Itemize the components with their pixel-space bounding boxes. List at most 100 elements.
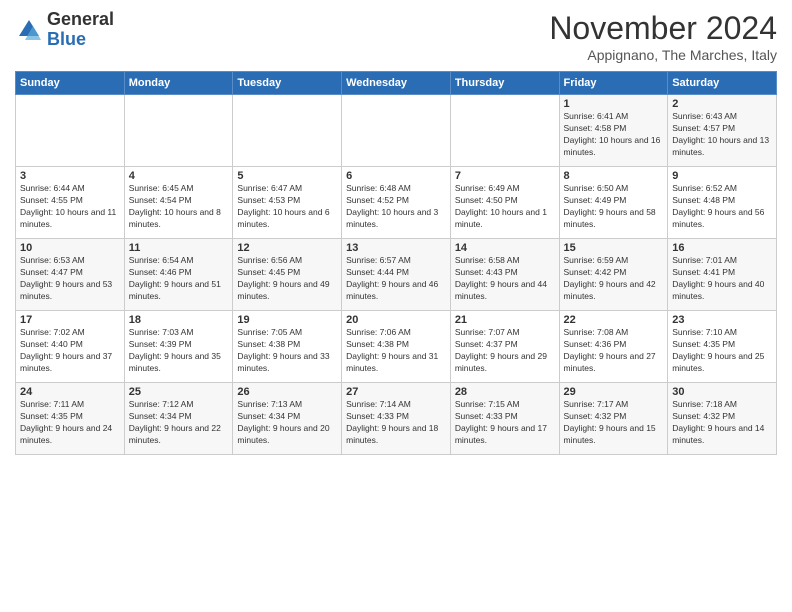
day-cell: 13Sunrise: 6:57 AMSunset: 4:44 PMDayligh… (342, 239, 451, 311)
day-info: Sunrise: 7:10 AMSunset: 4:35 PMDaylight:… (672, 327, 772, 375)
day-info: Sunrise: 6:57 AMSunset: 4:44 PMDaylight:… (346, 255, 446, 303)
day-cell (233, 95, 342, 167)
week-row-2: 3Sunrise: 6:44 AMSunset: 4:55 PMDaylight… (16, 167, 777, 239)
day-info: Sunrise: 6:56 AMSunset: 4:45 PMDaylight:… (237, 255, 337, 303)
day-info: Sunrise: 7:01 AMSunset: 4:41 PMDaylight:… (672, 255, 772, 303)
day-number: 4 (129, 170, 229, 182)
day-number: 28 (455, 386, 555, 398)
day-info: Sunrise: 7:06 AMSunset: 4:38 PMDaylight:… (346, 327, 446, 375)
day-info: Sunrise: 7:02 AMSunset: 4:40 PMDaylight:… (20, 327, 120, 375)
day-number: 15 (564, 242, 664, 254)
day-cell (124, 95, 233, 167)
day-number: 27 (346, 386, 446, 398)
day-cell: 29Sunrise: 7:17 AMSunset: 4:32 PMDayligh… (559, 383, 668, 455)
day-info: Sunrise: 7:08 AMSunset: 4:36 PMDaylight:… (564, 327, 664, 375)
header: General Blue November 2024 Appignano, Th… (15, 10, 777, 63)
day-cell: 18Sunrise: 7:03 AMSunset: 4:39 PMDayligh… (124, 311, 233, 383)
day-cell (342, 95, 451, 167)
title-block: November 2024 Appignano, The Marches, It… (549, 10, 777, 63)
week-row-4: 17Sunrise: 7:02 AMSunset: 4:40 PMDayligh… (16, 311, 777, 383)
day-cell: 26Sunrise: 7:13 AMSunset: 4:34 PMDayligh… (233, 383, 342, 455)
day-info: Sunrise: 7:12 AMSunset: 4:34 PMDaylight:… (129, 399, 229, 447)
day-cell: 6Sunrise: 6:48 AMSunset: 4:52 PMDaylight… (342, 167, 451, 239)
day-number: 8 (564, 170, 664, 182)
day-cell: 15Sunrise: 6:59 AMSunset: 4:42 PMDayligh… (559, 239, 668, 311)
day-info: Sunrise: 7:07 AMSunset: 4:37 PMDaylight:… (455, 327, 555, 375)
col-tuesday: Tuesday (233, 72, 342, 95)
day-cell: 24Sunrise: 7:11 AMSunset: 4:35 PMDayligh… (16, 383, 125, 455)
day-cell: 20Sunrise: 7:06 AMSunset: 4:38 PMDayligh… (342, 311, 451, 383)
location: Appignano, The Marches, Italy (549, 47, 777, 63)
day-number: 29 (564, 386, 664, 398)
day-info: Sunrise: 6:47 AMSunset: 4:53 PMDaylight:… (237, 183, 337, 231)
day-number: 16 (672, 242, 772, 254)
day-cell: 17Sunrise: 7:02 AMSunset: 4:40 PMDayligh… (16, 311, 125, 383)
day-number: 1 (564, 98, 664, 110)
day-cell: 28Sunrise: 7:15 AMSunset: 4:33 PMDayligh… (450, 383, 559, 455)
day-cell: 9Sunrise: 6:52 AMSunset: 4:48 PMDaylight… (668, 167, 777, 239)
day-info: Sunrise: 6:52 AMSunset: 4:48 PMDaylight:… (672, 183, 772, 231)
day-cell: 11Sunrise: 6:54 AMSunset: 4:46 PMDayligh… (124, 239, 233, 311)
col-wednesday: Wednesday (342, 72, 451, 95)
day-cell: 22Sunrise: 7:08 AMSunset: 4:36 PMDayligh… (559, 311, 668, 383)
day-info: Sunrise: 6:45 AMSunset: 4:54 PMDaylight:… (129, 183, 229, 231)
day-number: 17 (20, 314, 120, 326)
day-number: 19 (237, 314, 337, 326)
day-info: Sunrise: 7:18 AMSunset: 4:32 PMDaylight:… (672, 399, 772, 447)
day-cell: 5Sunrise: 6:47 AMSunset: 4:53 PMDaylight… (233, 167, 342, 239)
day-cell: 27Sunrise: 7:14 AMSunset: 4:33 PMDayligh… (342, 383, 451, 455)
day-cell: 21Sunrise: 7:07 AMSunset: 4:37 PMDayligh… (450, 311, 559, 383)
day-info: Sunrise: 6:59 AMSunset: 4:42 PMDaylight:… (564, 255, 664, 303)
day-info: Sunrise: 7:13 AMSunset: 4:34 PMDaylight:… (237, 399, 337, 447)
day-cell: 7Sunrise: 6:49 AMSunset: 4:50 PMDaylight… (450, 167, 559, 239)
day-number: 5 (237, 170, 337, 182)
day-number: 13 (346, 242, 446, 254)
day-number: 3 (20, 170, 120, 182)
day-cell: 2Sunrise: 6:43 AMSunset: 4:57 PMDaylight… (668, 95, 777, 167)
day-info: Sunrise: 6:58 AMSunset: 4:43 PMDaylight:… (455, 255, 555, 303)
month-title: November 2024 (549, 10, 777, 47)
col-sunday: Sunday (16, 72, 125, 95)
page: General Blue November 2024 Appignano, Th… (0, 0, 792, 612)
day-number: 24 (20, 386, 120, 398)
day-info: Sunrise: 7:05 AMSunset: 4:38 PMDaylight:… (237, 327, 337, 375)
day-info: Sunrise: 7:15 AMSunset: 4:33 PMDaylight:… (455, 399, 555, 447)
day-cell: 4Sunrise: 6:45 AMSunset: 4:54 PMDaylight… (124, 167, 233, 239)
day-cell (450, 95, 559, 167)
day-number: 2 (672, 98, 772, 110)
day-cell: 25Sunrise: 7:12 AMSunset: 4:34 PMDayligh… (124, 383, 233, 455)
col-friday: Friday (559, 72, 668, 95)
day-number: 18 (129, 314, 229, 326)
logo-general: General (47, 9, 114, 29)
day-number: 12 (237, 242, 337, 254)
day-number: 20 (346, 314, 446, 326)
day-number: 23 (672, 314, 772, 326)
day-number: 26 (237, 386, 337, 398)
day-number: 21 (455, 314, 555, 326)
day-cell: 12Sunrise: 6:56 AMSunset: 4:45 PMDayligh… (233, 239, 342, 311)
day-number: 11 (129, 242, 229, 254)
day-info: Sunrise: 7:17 AMSunset: 4:32 PMDaylight:… (564, 399, 664, 447)
day-number: 22 (564, 314, 664, 326)
day-info: Sunrise: 6:50 AMSunset: 4:49 PMDaylight:… (564, 183, 664, 231)
day-cell (16, 95, 125, 167)
day-number: 7 (455, 170, 555, 182)
calendar-body: 1Sunrise: 6:41 AMSunset: 4:58 PMDaylight… (16, 95, 777, 455)
day-number: 14 (455, 242, 555, 254)
day-number: 10 (20, 242, 120, 254)
calendar-table: Sunday Monday Tuesday Wednesday Thursday… (15, 71, 777, 455)
day-cell: 10Sunrise: 6:53 AMSunset: 4:47 PMDayligh… (16, 239, 125, 311)
col-monday: Monday (124, 72, 233, 95)
day-info: Sunrise: 7:11 AMSunset: 4:35 PMDaylight:… (20, 399, 120, 447)
col-thursday: Thursday (450, 72, 559, 95)
week-row-1: 1Sunrise: 6:41 AMSunset: 4:58 PMDaylight… (16, 95, 777, 167)
logo: General Blue (15, 10, 114, 50)
day-number: 6 (346, 170, 446, 182)
day-number: 9 (672, 170, 772, 182)
day-info: Sunrise: 6:53 AMSunset: 4:47 PMDaylight:… (20, 255, 120, 303)
day-info: Sunrise: 6:54 AMSunset: 4:46 PMDaylight:… (129, 255, 229, 303)
day-cell: 30Sunrise: 7:18 AMSunset: 4:32 PMDayligh… (668, 383, 777, 455)
week-row-3: 10Sunrise: 6:53 AMSunset: 4:47 PMDayligh… (16, 239, 777, 311)
day-cell: 14Sunrise: 6:58 AMSunset: 4:43 PMDayligh… (450, 239, 559, 311)
day-info: Sunrise: 7:03 AMSunset: 4:39 PMDaylight:… (129, 327, 229, 375)
